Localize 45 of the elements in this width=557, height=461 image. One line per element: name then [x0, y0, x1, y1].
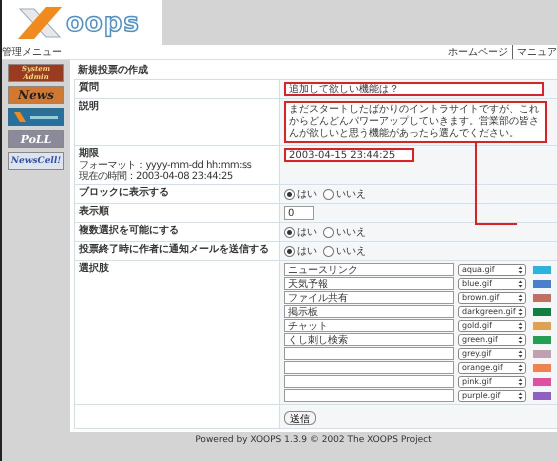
choice-field[interactable]: くし刺し検索 [284, 333, 454, 346]
choice-field[interactable]: 掲示板 [284, 305, 454, 318]
field-label: ブロックに表示する [79, 187, 170, 199]
field-label: 期限 [79, 148, 100, 160]
radio-label: いいえ [336, 245, 366, 258]
description-field[interactable]: まだスタートしたばかりのイントラサイトですが、これからどんどんパワーアップしていきます。営業部の皆さんが欲しいと思う機能があったら選んでください。 [284, 101, 547, 143]
question-field[interactable]: 追加して欲しい機能は？ [284, 82, 544, 96]
format-hint: フォーマット：yyyy-mm-dd hh:mm:ss [79, 160, 252, 171]
color-dropdown[interactable]: orange.gif [458, 362, 526, 374]
field-label: 質問 [79, 82, 100, 94]
field-label: 表示順 [79, 206, 110, 218]
field-label: 複数選択を可能にする [79, 225, 180, 237]
radio-label: いいえ [336, 226, 366, 239]
module-button[interactable]: NewsCell! [8, 152, 64, 170]
color-dropdown[interactable]: darkgreen.gif [458, 306, 526, 318]
color-dropdown[interactable]: blue.gif [458, 278, 526, 290]
footer-text: Powered by XOOPS 1.3.9 © 2002 The XOOPS Project [194, 434, 433, 445]
color-dropdown[interactable]: grey.gif [458, 348, 526, 360]
color-dropdown[interactable]: gold.gif [458, 320, 526, 332]
choice-field[interactable]: チャット [284, 319, 454, 332]
top-link[interactable]: マニュア [512, 45, 557, 59]
field-label: 説明 [79, 101, 100, 113]
choice-field[interactable]: 天気予報 [284, 277, 454, 290]
radio-label: いいえ [336, 188, 366, 201]
field-label: 選択肢 [79, 263, 110, 275]
color-dropdown[interactable]: aqua.gif [458, 264, 526, 276]
logo-text: oops [66, 8, 140, 38]
form-title: 新規投票の作成 [77, 63, 149, 78]
deadline-field[interactable]: 2003-04-15 23:44:25 [284, 148, 414, 162]
choice-field[interactable]: ニュースリンク [284, 263, 454, 276]
color-dropdown[interactable]: purple.gif [458, 390, 526, 402]
top-link[interactable]: ホームページ [448, 45, 508, 59]
radio-label: はい [297, 245, 317, 258]
admin-menu-title: 管理メニュー [2, 46, 62, 59]
color-dropdown[interactable]: brown.gif [458, 292, 526, 304]
format-hint: 現在の時間：2003-04-08 23:44:25 [79, 171, 234, 182]
module-button[interactable]: News [8, 86, 64, 104]
choice-field[interactable]: ファイル共有 [284, 291, 454, 304]
submit-button[interactable]: 送信 [284, 411, 316, 425]
order-field[interactable]: 0 [284, 206, 314, 220]
color-dropdown[interactable]: green.gif [458, 334, 526, 346]
radio-label: はい [297, 188, 317, 201]
color-dropdown[interactable]: pink.gif [458, 376, 526, 388]
radio-label: はい [297, 226, 317, 239]
field-label: 投票終了時に作者に通知メールを送信する [79, 244, 270, 256]
